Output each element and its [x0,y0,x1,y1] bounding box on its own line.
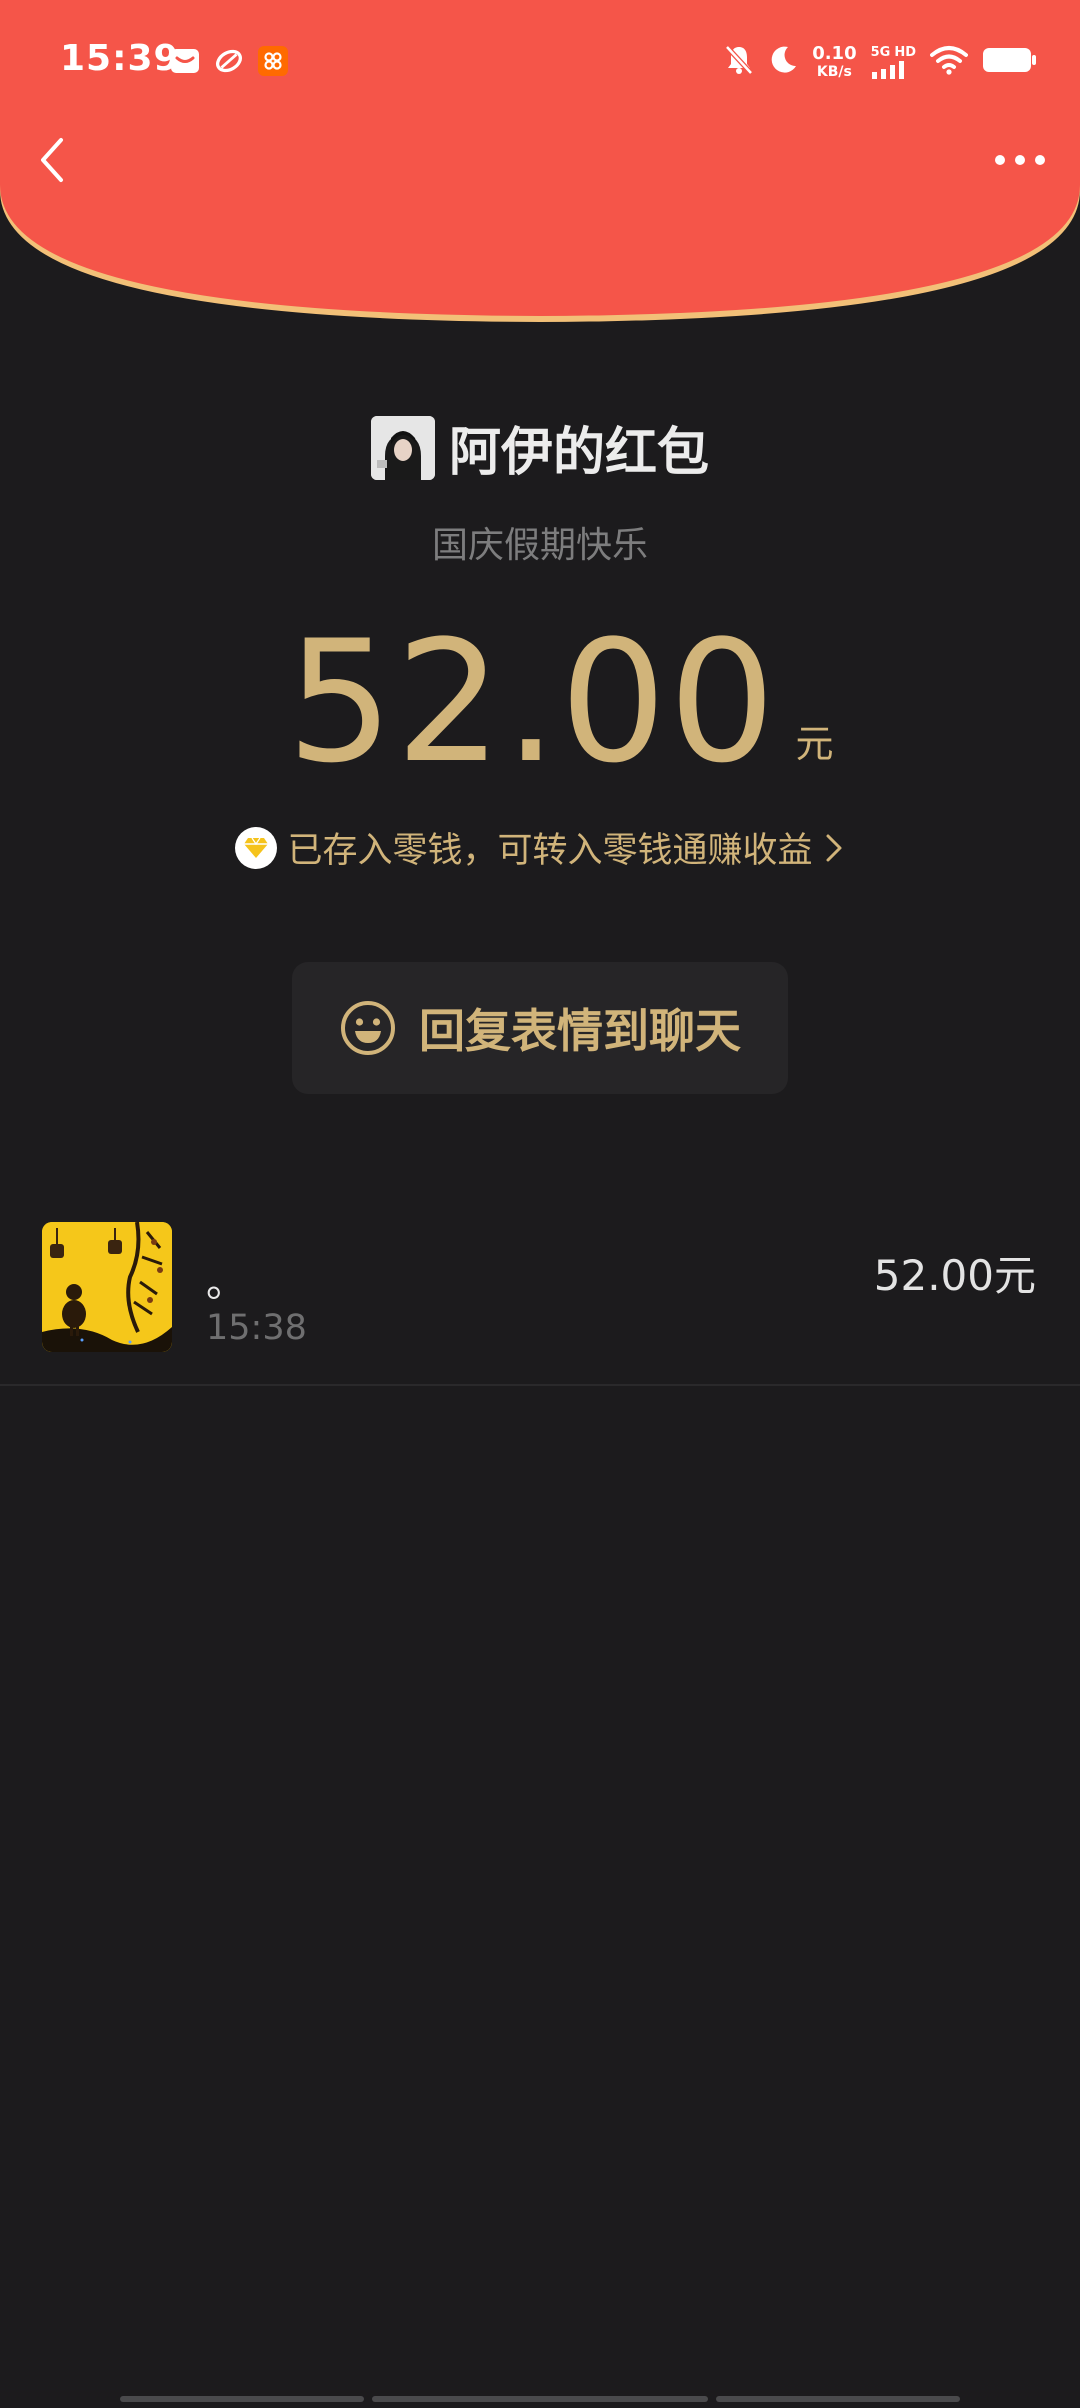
divider [0,1384,1080,1386]
sports-app-icon [214,46,244,76]
amount-display: 52.00 元 [0,618,1080,786]
net-speed: 0.10 KB/s [812,43,857,80]
record-message: 。 [206,1260,246,1306]
battery-icon [982,46,1038,78]
mail-icon [170,46,200,76]
smiley-icon [341,1001,395,1055]
back-button[interactable] [22,130,82,190]
network-hd: HD [894,44,916,60]
amount-unit: 元 [795,722,834,766]
more-button[interactable] [984,130,1056,190]
record-time: 15:38 [206,1308,307,1348]
gesture-segment [716,2396,960,2402]
net-speed-unit: KB/s [816,64,852,80]
network-type: 5G [870,44,891,60]
chevron-left-icon [41,138,63,182]
gesture-bar [0,2396,1080,2404]
deposit-text: 已存入零钱，可转入零钱通赚收益 [287,831,813,871]
recipient-avatar[interactable] [42,1222,172,1352]
wifi-icon [930,45,968,79]
reply-label: 回复表情到聊天 [419,1004,741,1058]
reply-sticker-button[interactable]: 回复表情到聊天 [292,962,788,1094]
mute-bell-icon [724,44,754,80]
sender-avatar[interactable] [370,415,435,480]
moon-icon [768,44,798,80]
greeting-text: 国庆假期快乐 [431,525,648,566]
more-dots-icon [995,155,1045,165]
notification-icons [170,46,288,76]
diamond-icon [235,826,278,869]
record-amount: 52.00元 [873,1251,1036,1300]
taobao-app-icon [258,46,288,76]
sender: 阿伊的红包 [0,410,1080,485]
system-status-icons: 0.10 KB/s 5G HD [724,44,1038,80]
gesture-segment [120,2396,364,2402]
status-bar: 15:39 0.10 KB/s 5G HD [0,0,1080,130]
deposit-link[interactable]: 已存入零钱，可转入零钱通赚收益 [0,822,1080,873]
list-item[interactable]: 。 15:38 52.00元 [0,1216,1080,1386]
amount-value: 52.00 [286,604,778,800]
sender-name: 阿伊的红包 [448,423,709,483]
signal-icon: 5G HD [871,46,916,79]
chevron-right-icon [823,831,845,865]
net-speed-value: 0.10 [812,43,857,64]
gesture-segment [372,2396,708,2402]
status-time: 15:39 [60,38,180,79]
